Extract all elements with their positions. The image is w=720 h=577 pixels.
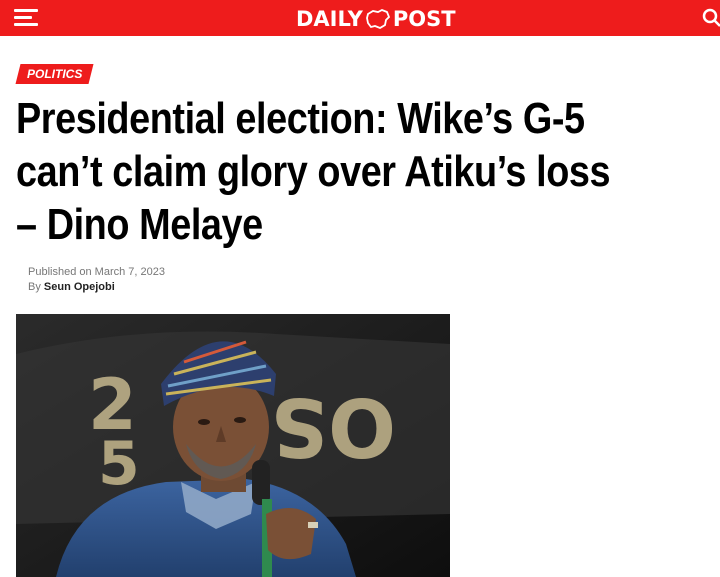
svg-text:OS: OS	[270, 380, 396, 473]
category-badge[interactable]: POLITICS	[15, 64, 94, 84]
category-label: POLITICS	[27, 67, 83, 81]
published-date: March 7, 2023	[94, 266, 165, 278]
article-title: Presidential election: Wike’s G-5 can’t …	[16, 94, 611, 249]
article-featured-image: OS 2 5	[16, 314, 450, 577]
article-meta: Published on March 7, 2023 By Seun Opejo…	[28, 265, 165, 295]
byline: By Seun Opejobi	[28, 280, 165, 295]
by-label: By	[28, 281, 41, 293]
top-navigation-bar: DAILY POST	[0, 0, 720, 36]
author-link[interactable]: Seun Opejobi	[44, 281, 115, 293]
published-label: Published on	[28, 266, 92, 278]
search-icon[interactable]	[702, 8, 720, 28]
hamburger-menu-icon[interactable]	[14, 8, 40, 28]
nigeria-map-icon	[365, 9, 390, 30]
svg-text:5: 5	[98, 429, 140, 499]
site-logo[interactable]: DAILY POST	[296, 6, 456, 32]
logo-text-right: POST	[392, 7, 456, 31]
logo-text-left: DAILY	[296, 7, 363, 31]
publish-line: Published on March 7, 2023	[28, 265, 165, 280]
speaker-photo-illustration: OS 2 5	[16, 314, 450, 577]
